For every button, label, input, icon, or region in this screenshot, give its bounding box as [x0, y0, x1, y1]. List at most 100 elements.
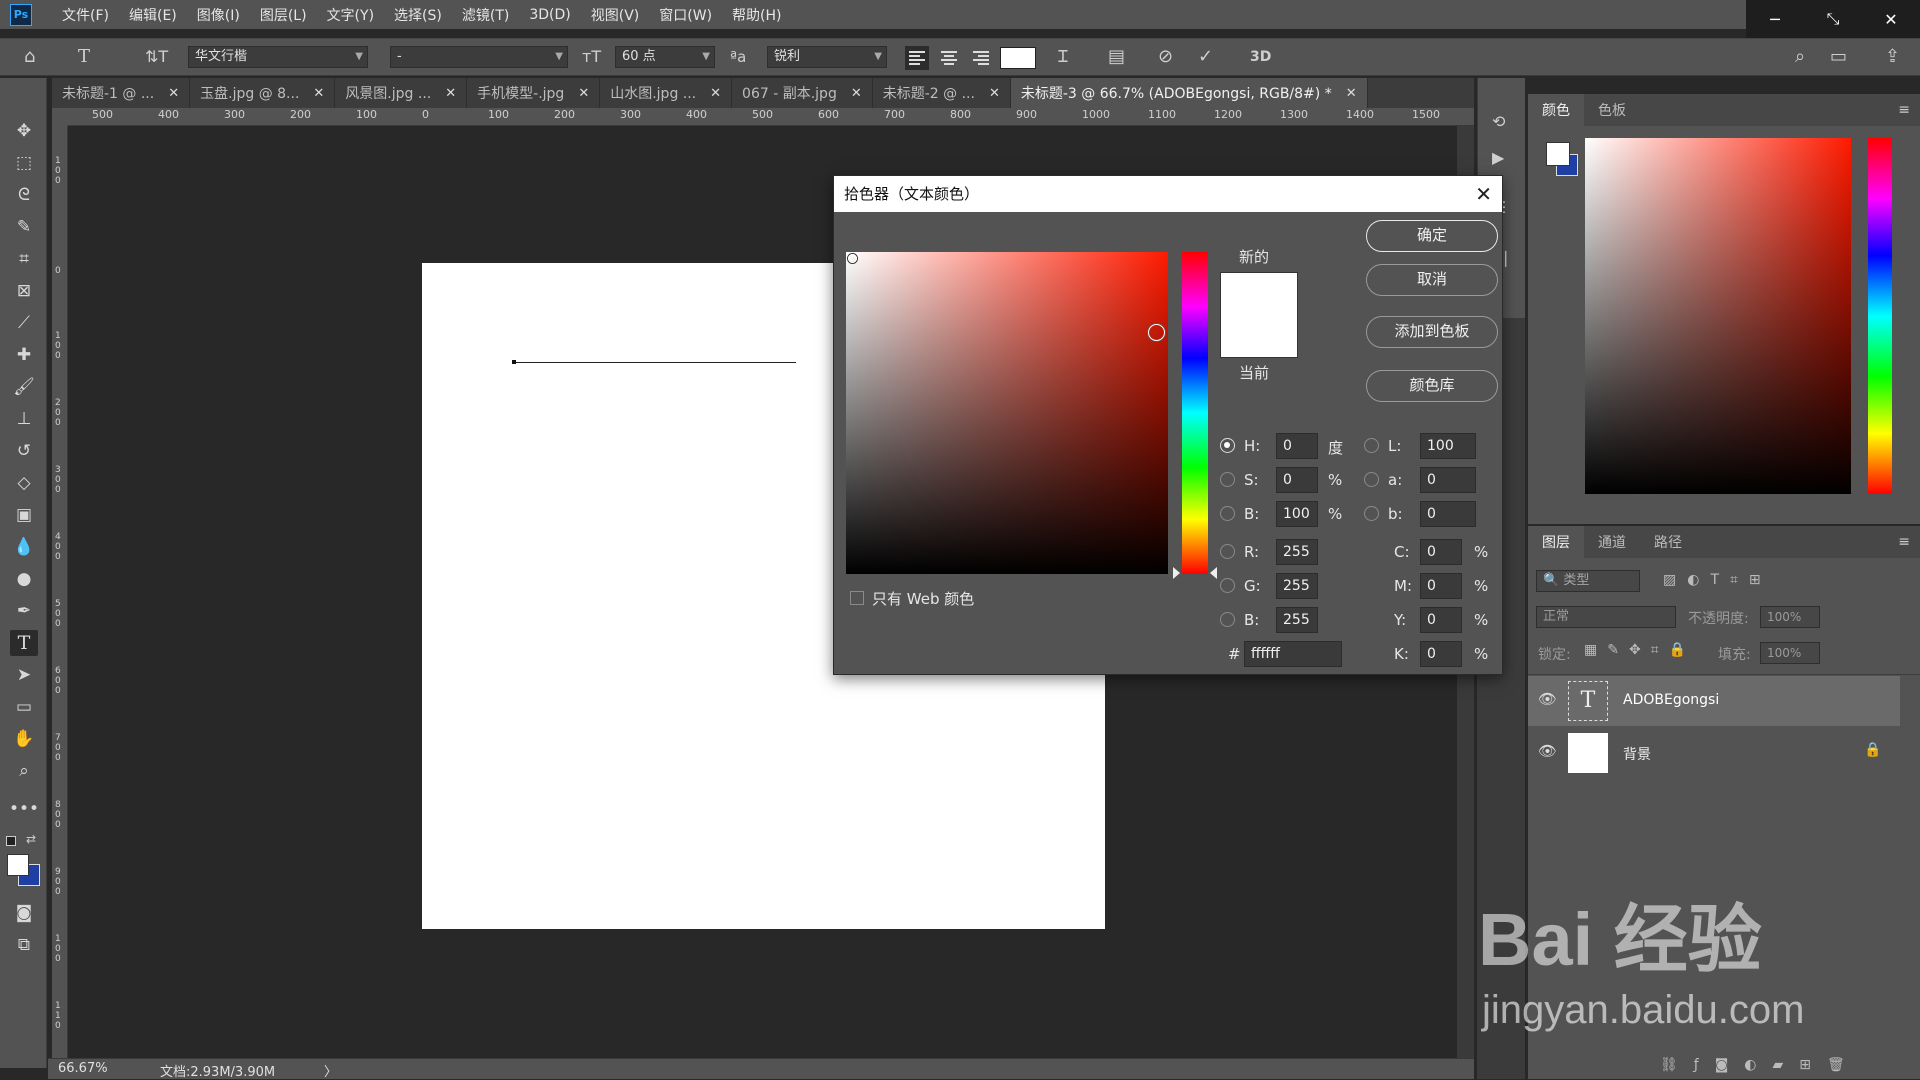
cyan-input[interactable]: 0	[1420, 539, 1462, 565]
font-family-select[interactable]: 华文行楷 ▼	[188, 46, 368, 68]
yellow-input[interactable]: 0	[1420, 607, 1462, 633]
saturation-radio[interactable]	[1220, 472, 1235, 487]
zoom-tool-icon[interactable]: ⌕	[10, 758, 38, 784]
close-icon[interactable]: ✕	[445, 86, 456, 101]
default-colors-icon[interactable]	[6, 836, 16, 846]
cancel-icon[interactable]: ⊘	[1158, 47, 1173, 67]
hand-tool-icon[interactable]: ✋	[10, 726, 38, 752]
saturation-brightness-field[interactable]	[846, 252, 1168, 574]
red-radio[interactable]	[1220, 544, 1235, 559]
blur-tool-icon[interactable]: 💧	[10, 534, 38, 560]
color-libraries-button[interactable]: 颜色库	[1366, 370, 1498, 402]
layer-filter-icons[interactable]: ▨◐T⌗⊞	[1663, 572, 1772, 588]
path-select-tool-icon[interactable]: ➤	[10, 662, 38, 688]
blue-input[interactable]: 255	[1276, 607, 1318, 633]
close-icon[interactable]: ✕	[989, 86, 1000, 101]
text-color-swatch[interactable]	[1000, 47, 1036, 69]
panel-hue-slider[interactable]	[1868, 138, 1892, 494]
warp-text-icon[interactable]: Ꮖ	[1058, 47, 1069, 67]
hue-slider-right-arrow[interactable]	[1210, 567, 1217, 579]
lab-l-radio[interactable]	[1364, 438, 1379, 453]
close-icon[interactable]: ✕	[313, 86, 324, 101]
screen-mode-icon[interactable]: ⧉	[10, 932, 38, 958]
menu-help[interactable]: 帮助(H)	[722, 5, 791, 25]
antialias-select[interactable]: 锐利 ▼	[767, 46, 887, 68]
tab-document[interactable]: 玉盘.jpg @ 8... ✕	[190, 78, 336, 108]
tab-channels[interactable]: 通道	[1584, 526, 1640, 558]
close-icon[interactable]: ✕	[710, 86, 721, 101]
web-colors-only-checkbox[interactable]	[850, 591, 864, 605]
foreground-color-swatch[interactable]	[7, 854, 29, 876]
panel-foreground-swatch[interactable]	[1546, 142, 1570, 166]
panel-menu-icon[interactable]: ≡	[1898, 102, 1910, 118]
dodge-tool-icon[interactable]: ●	[10, 566, 38, 592]
rectangle-tool-icon[interactable]: ▭	[10, 694, 38, 720]
quick-select-tool-icon[interactable]: ✎	[10, 214, 38, 240]
history-panel-icon[interactable]: ⟲	[1492, 112, 1505, 131]
lab-b-input[interactable]: 0	[1420, 501, 1476, 527]
tab-document[interactable]: 手机模型-.jpg ✕	[467, 78, 601, 108]
green-input[interactable]: 255	[1276, 573, 1318, 599]
zoom-level[interactable]: 66.67%	[58, 1061, 108, 1076]
hue-radio[interactable]	[1220, 438, 1235, 453]
tab-document-active[interactable]: 未标题-3 @ 66.7% (ADOBEgongsi, RGB/8#) * ✕	[1010, 78, 1368, 108]
home-icon[interactable]: ⌂	[24, 47, 35, 67]
tab-paths[interactable]: 路径	[1640, 526, 1696, 558]
menu-layer[interactable]: 图层(L)	[250, 5, 317, 25]
minimize-button[interactable]: ─	[1746, 0, 1804, 38]
lab-b-radio[interactable]	[1364, 506, 1379, 521]
healing-brush-tool-icon[interactable]: ✚	[10, 342, 38, 368]
lab-a-input[interactable]: 0	[1420, 467, 1476, 493]
gradient-tool-icon[interactable]: ▣	[10, 502, 38, 528]
swap-colors-icon[interactable]: ⇄	[26, 832, 36, 846]
cancel-button[interactable]: 取消	[1366, 264, 1498, 296]
close-icon[interactable]: ✕	[1346, 86, 1357, 101]
close-icon[interactable]: ✕	[168, 86, 179, 101]
move-tool-icon[interactable]: ✥	[10, 118, 38, 144]
layer-row-selected[interactable]: 👁 T ADOBEgongsi	[1528, 676, 1900, 726]
hue-slider-left-arrow[interactable]	[1173, 567, 1180, 579]
visibility-eye-icon[interactable]: 👁	[1538, 742, 1557, 760]
panel-menu-icon[interactable]: ≡	[1898, 534, 1910, 550]
tab-document[interactable]: 山水图.jpg ... ✕	[600, 78, 733, 108]
menu-edit[interactable]: 编辑(E)	[119, 5, 187, 25]
layer-footer-icons[interactable]: ⛓ƒ◙◐▰⊞🗑	[1660, 1057, 1861, 1073]
tab-swatches[interactable]: 色板	[1584, 94, 1640, 126]
lab-a-radio[interactable]	[1364, 472, 1379, 487]
more-tools-icon[interactable]: •••	[9, 796, 39, 822]
menu-view[interactable]: 视图(V)	[581, 5, 650, 25]
blue-radio[interactable]	[1220, 612, 1235, 627]
restore-button[interactable]: ⤡	[1804, 0, 1862, 38]
green-radio[interactable]	[1220, 578, 1235, 593]
menu-select[interactable]: 选择(S)	[384, 5, 452, 25]
menu-type[interactable]: 文字(Y)	[317, 5, 384, 25]
pen-tool-icon[interactable]: ✒	[10, 598, 38, 624]
align-center-icon[interactable]	[937, 46, 961, 75]
eraser-tool-icon[interactable]: ◇	[10, 470, 38, 496]
lock-icons[interactable]: ▦✎✥⌗🔒	[1584, 642, 1696, 658]
clone-stamp-tool-icon[interactable]: ⊥	[10, 406, 38, 432]
tab-document[interactable]: 067 - 副本.jpg ✕	[732, 78, 873, 108]
close-icon[interactable]: ✕	[851, 86, 862, 101]
saturation-input[interactable]: 0	[1276, 467, 1318, 493]
close-icon[interactable]: ✕	[578, 86, 589, 101]
opacity-field[interactable]: 100%	[1760, 606, 1820, 628]
align-right-icon[interactable]	[969, 46, 993, 75]
layer-row[interactable]: 👁 背景 🔒	[1528, 728, 1900, 778]
color-picker-marker[interactable]	[847, 253, 857, 263]
crop-tool-icon[interactable]: ⌗	[10, 246, 38, 272]
marquee-tool-icon[interactable]: ⬚	[10, 150, 38, 176]
quick-mask-icon[interactable]: ◙	[10, 900, 38, 926]
brightness-input[interactable]: 100	[1276, 501, 1318, 527]
brush-tool-icon[interactable]: 🖌	[10, 374, 38, 400]
hex-input[interactable]: ffffff	[1244, 641, 1342, 667]
tab-document[interactable]: 未标题-1 @ ... ✕	[52, 78, 191, 108]
dialog-close-icon[interactable]: ✕	[1475, 176, 1492, 212]
hue-input[interactable]: 0	[1276, 433, 1318, 459]
blend-mode-select[interactable]: 正常	[1536, 606, 1676, 628]
ok-button[interactable]: 确定	[1366, 220, 1498, 252]
close-button[interactable]: ✕	[1862, 0, 1920, 38]
tab-document[interactable]: 风景图.jpg ... ✕	[335, 78, 468, 108]
magenta-input[interactable]: 0	[1420, 573, 1462, 599]
font-style-select[interactable]: - ▼	[390, 46, 568, 68]
